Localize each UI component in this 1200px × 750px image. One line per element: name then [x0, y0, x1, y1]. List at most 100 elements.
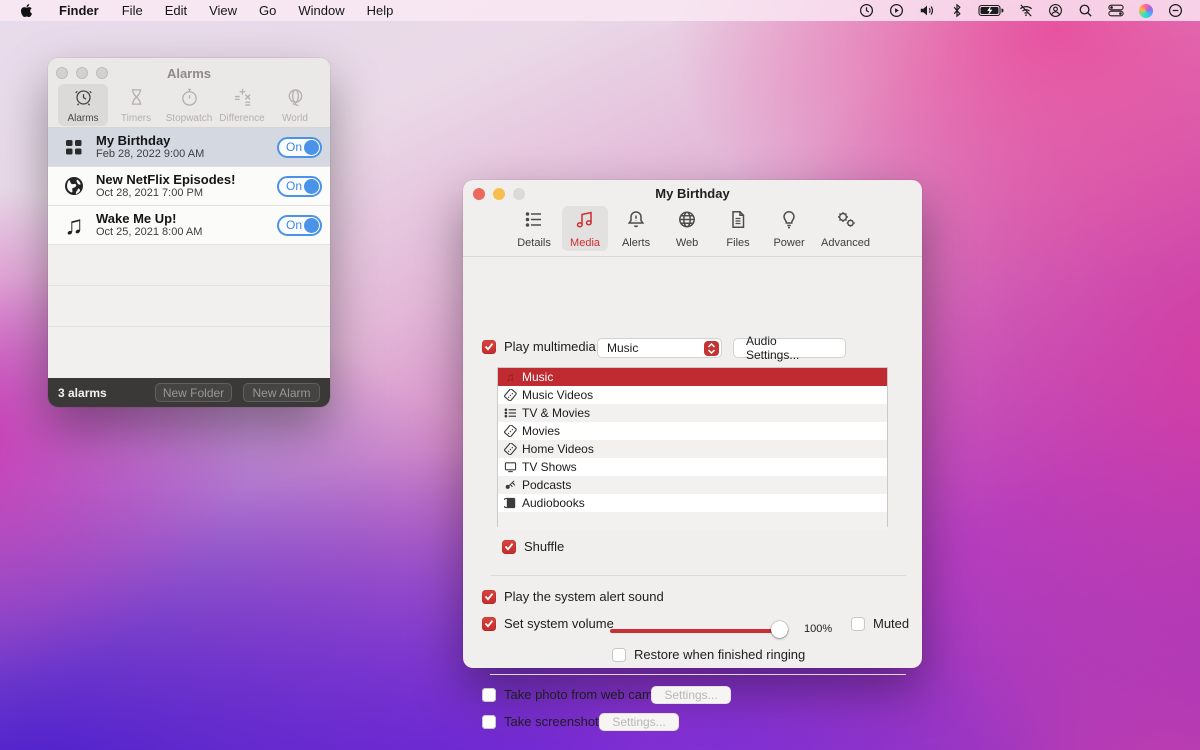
alarm-datetime: Oct 28, 2021 7:00 PM — [96, 187, 277, 200]
alarm-row-my-birthday[interactable]: My Birthday Feb 28, 2022 9:00 AM On — [48, 128, 330, 167]
tab-power[interactable]: Power — [766, 206, 812, 251]
list-item-label: Movies — [522, 424, 560, 438]
tab-label: Files — [726, 237, 749, 249]
restore-label: Restore when finished ringing — [634, 647, 805, 662]
new-folder-button[interactable]: New Folder — [155, 383, 232, 402]
siri-icon[interactable] — [1137, 2, 1154, 19]
tab-label: Web — [676, 237, 698, 249]
podcast-icon — [503, 479, 517, 491]
music-note-icon: ♫ — [58, 215, 90, 235]
tab-files[interactable]: Files — [715, 206, 761, 251]
alarm-name: New NetFlix Episodes! — [96, 172, 277, 187]
tab-label: World — [282, 113, 308, 124]
window-title: Alarms — [48, 66, 330, 81]
music-note-icon: ♫ — [503, 370, 517, 384]
volume-icon[interactable] — [918, 2, 935, 19]
list-item-label: Music — [522, 370, 553, 384]
system-volume-checkbox[interactable] — [482, 617, 496, 631]
menu-go[interactable]: Go — [248, 3, 287, 18]
tab-stopwatch[interactable]: Stopwatch — [164, 84, 214, 126]
shuffle-label: Shuffle — [524, 539, 564, 554]
play-multimedia-checkbox[interactable] — [482, 340, 496, 354]
alarm-row-netflix[interactable]: New NetFlix Episodes! Oct 28, 2021 7:00 … — [48, 167, 330, 206]
volume-slider-knob[interactable] — [771, 621, 788, 638]
audio-settings-button[interactable]: Audio Settings... — [733, 338, 846, 358]
wifi-off-icon[interactable] — [1017, 2, 1034, 19]
alert-sound-label: Play the system alert sound — [504, 589, 664, 604]
tab-web[interactable]: Web — [664, 206, 710, 251]
menu-file[interactable]: File — [111, 3, 154, 18]
do-not-disturb-icon[interactable] — [1167, 2, 1184, 19]
list-item-podcasts[interactable]: Podcasts — [498, 476, 887, 494]
tab-label: Advanced — [821, 237, 870, 249]
clock-icon[interactable] — [858, 2, 875, 19]
volume-slider-track[interactable] — [610, 629, 788, 633]
menu-window[interactable]: Window — [287, 3, 355, 18]
restore-checkbox[interactable] — [612, 648, 626, 662]
tab-timers[interactable]: Timers — [111, 84, 161, 126]
alarm-toggle[interactable]: On — [277, 215, 322, 236]
play-circle-icon[interactable] — [888, 2, 905, 19]
alarm-toggle[interactable]: On — [277, 137, 322, 158]
list-item-movies[interactable]: Movies — [498, 422, 887, 440]
tab-label: Media — [570, 237, 600, 249]
dialog-toolbar: Details Media Alerts Web Files — [463, 204, 922, 257]
control-center-icon[interactable] — [1107, 2, 1124, 19]
tab-world[interactable]: World — [270, 84, 320, 126]
play-multimedia-label: Play multimedia: — [504, 339, 599, 354]
globe-icon — [58, 175, 90, 197]
tab-media[interactable]: Media — [562, 206, 608, 251]
section-divider — [490, 575, 906, 576]
tab-details[interactable]: Details — [511, 206, 557, 251]
menu-edit[interactable]: Edit — [154, 3, 198, 18]
alarm-row-wake-me-up[interactable]: ♫ Wake Me Up! Oct 25, 2021 8:00 AM On — [48, 206, 330, 245]
take-photo-label: Take photo from web cam — [504, 687, 653, 702]
list-item-audiobooks[interactable]: Audiobooks — [498, 494, 887, 512]
media-type-list: ♫ Music Music Videos TV & Movies Movies — [497, 367, 888, 527]
tv-icon — [503, 461, 517, 473]
shuffle-checkbox[interactable] — [502, 540, 516, 554]
volume-value: 100% — [804, 623, 832, 635]
list-item-tv-shows[interactable]: TV Shows — [498, 458, 887, 476]
muted-checkbox[interactable] — [851, 617, 865, 631]
hourglass-icon — [126, 87, 147, 112]
alarm-toggle[interactable]: On — [277, 176, 322, 197]
alarm-datetime: Oct 25, 2021 8:00 AM — [96, 226, 277, 239]
search-icon[interactable] — [1077, 2, 1094, 19]
list-item-label: TV & Movies — [522, 406, 590, 420]
menu-help[interactable]: Help — [356, 3, 405, 18]
photo-settings-button[interactable]: Settings... — [651, 686, 731, 704]
alarms-toolbar: Alarms Timers Stopwatch Difference — [48, 82, 330, 126]
list-item-tv-movies[interactable]: TV & Movies — [498, 404, 887, 422]
status-icons — [858, 2, 1188, 19]
battery-charging-icon[interactable] — [978, 2, 1004, 19]
bell-alert-icon — [625, 209, 647, 235]
dropdown-stepper-icon — [704, 341, 719, 356]
user-circle-icon[interactable] — [1047, 2, 1064, 19]
list-item-label: TV Shows — [522, 460, 577, 474]
screenshot-settings-button[interactable]: Settings... — [599, 713, 679, 731]
alert-sound-checkbox[interactable] — [482, 590, 496, 604]
tab-alarms[interactable]: Alarms — [58, 84, 108, 126]
tab-label: Stopwatch — [166, 113, 213, 124]
take-screenshot-label: Take screenshot — [504, 714, 599, 729]
bluetooth-icon[interactable] — [948, 2, 965, 19]
menu-app-name[interactable]: Finder — [48, 3, 111, 18]
list-item-home-videos[interactable]: Home Videos — [498, 440, 887, 458]
menu-view[interactable]: View — [198, 3, 248, 18]
globe-wire-icon — [676, 209, 698, 235]
apple-menu-icon[interactable] — [20, 3, 34, 19]
new-alarm-button[interactable]: New Alarm — [243, 383, 320, 402]
book-icon — [503, 497, 517, 509]
list-item-music-videos[interactable]: Music Videos — [498, 386, 887, 404]
list-item-label: Music Videos — [522, 388, 593, 402]
media-type-dropdown[interactable]: Music — [597, 338, 722, 358]
tab-advanced[interactable]: Advanced — [817, 206, 874, 251]
tab-difference[interactable]: Difference — [217, 84, 267, 126]
tab-alerts[interactable]: Alerts — [613, 206, 659, 251]
alarm-clock-icon — [73, 87, 94, 112]
take-screenshot-checkbox[interactable] — [482, 715, 496, 729]
list-item-music[interactable]: ♫ Music — [498, 368, 887, 386]
tab-label: Power — [773, 237, 804, 249]
take-photo-checkbox[interactable] — [482, 688, 496, 702]
